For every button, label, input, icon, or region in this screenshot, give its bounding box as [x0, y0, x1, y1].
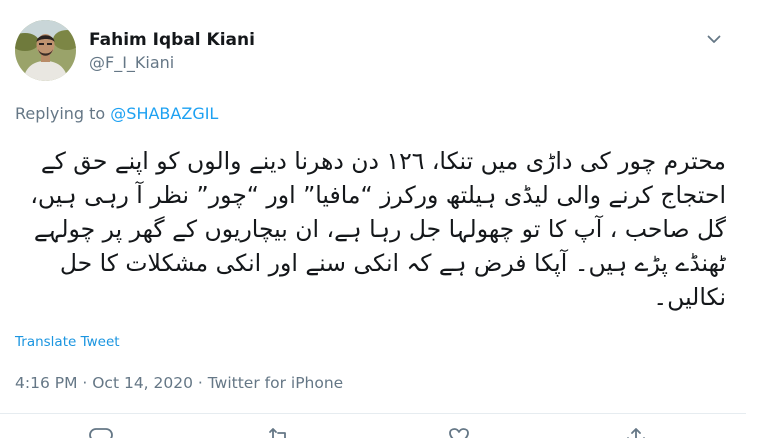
- share-icon: [627, 428, 645, 438]
- avatar[interactable]: [15, 20, 76, 81]
- retweet-button[interactable]: [266, 426, 294, 438]
- translate-tweet-link[interactable]: Translate Tweet: [15, 333, 120, 351]
- author-block: Fahim Iqbal Kiani @F_I_Kiani: [89, 29, 255, 74]
- like-icon: [449, 428, 469, 438]
- reply-icon: [89, 428, 113, 438]
- chevron-down-icon: [707, 35, 721, 43]
- replying-to-prefix: Replying to: [15, 104, 106, 123]
- mention-link[interactable]: @SHABAZGIL: [110, 104, 218, 123]
- share-button[interactable]: [623, 426, 651, 438]
- reply-button[interactable]: [88, 426, 116, 438]
- tweet-text: محترم چور کی داڑی میں تنکا، ۱۲٦ دن دھرنا…: [30, 147, 726, 311]
- tweet-timestamp[interactable]: 4:16 PM · Oct 14, 2020 · Twitter for iPh…: [15, 372, 343, 394]
- user-handle[interactable]: @F_I_Kiani: [89, 52, 255, 74]
- replying-to: Replying to @SHABAZGIL: [15, 103, 218, 125]
- display-name[interactable]: Fahim Iqbal Kiani: [89, 29, 255, 51]
- like-button[interactable]: [446, 426, 474, 438]
- action-bar: [0, 426, 746, 438]
- profile-photo-icon: [15, 20, 76, 81]
- page-margin: [762, 0, 777, 438]
- more-options-button[interactable]: [703, 28, 725, 50]
- divider: [0, 413, 746, 414]
- tweet-card: Fahim Iqbal Kiani @F_I_Kiani Replying to…: [0, 0, 762, 438]
- retweet-icon: [269, 428, 286, 438]
